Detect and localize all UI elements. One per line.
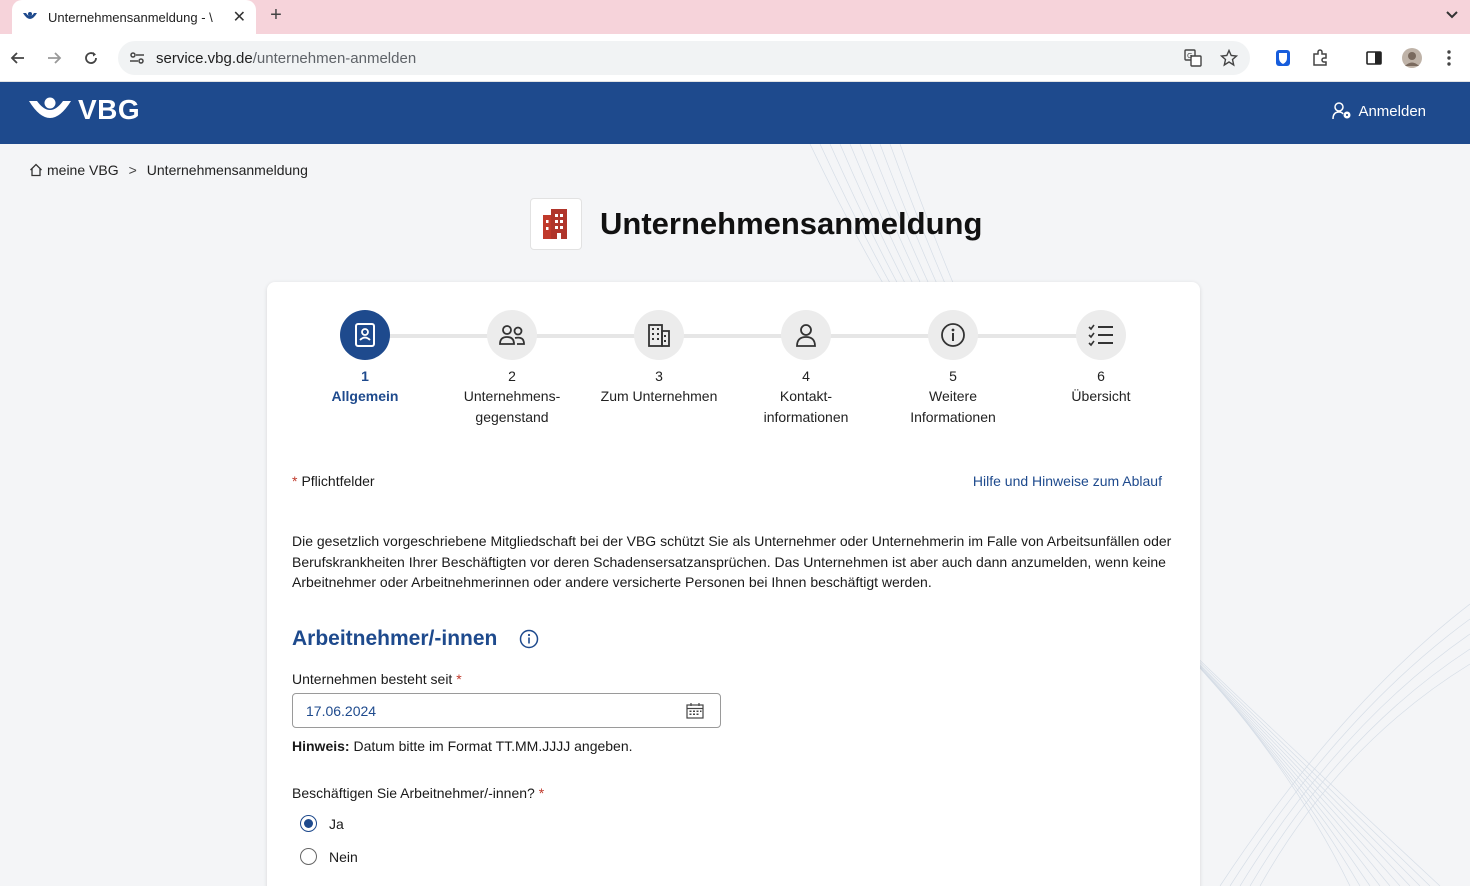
date-field-label: Unternehmen besteht seit * [292, 671, 462, 687]
breadcrumb-home-link[interactable]: meine VBG [47, 162, 119, 178]
home-icon [30, 163, 42, 177]
new-tab-button[interactable]: + [264, 3, 288, 27]
profile-avatar[interactable] [1400, 46, 1424, 70]
side-panel-icon[interactable] [1362, 46, 1386, 70]
people-icon [487, 310, 537, 360]
vbg-logo-icon [29, 97, 71, 118]
employees-question: Beschäftigen Sie Arbeitnehmer/-innen? * [292, 785, 544, 801]
login-label: Anmelden [1358, 102, 1426, 120]
bookmark-star-icon[interactable] [1218, 47, 1240, 69]
progress-stepper: 1 Allgemein 2 Unternehmens- gegenstand 3… [267, 282, 1200, 442]
radio-button-unchecked[interactable] [300, 848, 317, 865]
step-label: Kontakt- informationen [763, 388, 849, 425]
reload-icon[interactable] [79, 46, 103, 70]
vbg-logo[interactable]: VBG [28, 94, 140, 126]
extensions-puzzle-icon[interactable] [1308, 46, 1332, 70]
radio-ja[interactable]: Ja [300, 815, 344, 832]
breadcrumb: meine VBG > Unternehmensanmeldung [29, 162, 308, 178]
info-icon [928, 310, 978, 360]
step-label: Weitere Informationen [910, 388, 996, 425]
required-note: * Pflichtfelder [292, 473, 375, 489]
back-icon[interactable] [6, 46, 30, 70]
section-title: Arbeitnehmer/-innen [292, 627, 498, 650]
required-star: * [292, 473, 298, 489]
breadcrumb-separator: > [128, 162, 137, 178]
bitwarden-extension-icon[interactable] [1271, 46, 1295, 70]
date-label-text: Unternehmen besteht seit [292, 671, 453, 687]
browser-menu-icon[interactable] [1437, 46, 1461, 70]
url-text: service.vbg.de/unternehmen-anmelden [156, 50, 416, 67]
section-heading: Arbeitnehmer/-innen [292, 627, 539, 651]
page-title: Unternehmensanmeldung [600, 206, 983, 241]
form-card: 1 Allgemein 2 Unternehmens- gegenstand 3… [267, 282, 1200, 886]
step-number: 5 [949, 368, 957, 384]
site-header: VBG Anmelden [0, 82, 1470, 144]
hint-label: Hinweis: [292, 738, 350, 754]
radio-nein[interactable]: Nein [300, 848, 358, 865]
required-note-text: Pflichtfelder [301, 473, 375, 489]
step-label: Übersicht [1071, 388, 1131, 404]
step-label: Unternehmens- gegenstand [463, 388, 561, 425]
step-number: 3 [655, 368, 663, 384]
required-row: * Pflichtfelder Hilfe und Hinweise zum Ab… [292, 473, 1162, 489]
hint-text: Datum bitte im Format TT.MM.JJJJ angeben… [349, 738, 633, 754]
browser-tab-strip: Unternehmensanmeldung - \ ✕ + [0, 0, 1470, 34]
step-number: 1 [361, 368, 369, 384]
svg-text:G: G [1187, 52, 1192, 60]
intro-text: Die gesetzlich vorgeschriebene Mitglieds… [292, 533, 1172, 590]
person-icon [781, 310, 831, 360]
help-link[interactable]: Hilfe und Hinweise zum Ablauf [973, 473, 1162, 489]
tab-search-icon[interactable] [1446, 6, 1458, 22]
step-allgemein[interactable]: 1 Allgemein [295, 310, 435, 407]
date-input[interactable]: 17.06.2024 [292, 693, 721, 728]
date-hint: Hinweis: Datum bitte im Format TT.MM.JJJ… [292, 738, 633, 754]
step-zum-unternehmen[interactable]: 3 Zum Unternehmen [589, 310, 729, 407]
tab-close-icon[interactable]: ✕ [233, 7, 246, 27]
breadcrumb-current: Unternehmensanmeldung [146, 162, 308, 178]
step-number: 2 [508, 368, 516, 384]
browser-tab[interactable]: Unternehmensanmeldung - \ ✕ [12, 0, 256, 34]
vbg-favicon-icon [22, 9, 38, 25]
tab-title: Unternehmensanmeldung - \ [48, 9, 213, 25]
site-settings-icon[interactable] [126, 47, 148, 69]
required-star: * [538, 785, 545, 801]
radio-label: Ja [329, 815, 344, 832]
login-button[interactable]: Anmelden [1332, 102, 1426, 120]
step-kontaktinformationen[interactable]: 4 Kontakt- informationen [736, 310, 876, 428]
company-building-icon [530, 198, 582, 250]
step-unternehmensgegenstand[interactable]: 2 Unternehmens- gegenstand [442, 310, 582, 428]
question-text: Beschäftigen Sie Arbeitnehmer/-innen? [292, 785, 535, 801]
required-star: * [456, 671, 462, 687]
page-heading: Unternehmensanmeldung [530, 198, 982, 250]
checklist-icon [1076, 310, 1126, 360]
browser-toolbar: service.vbg.de/unternehmen-anmelden G [0, 34, 1470, 82]
forward-icon[interactable] [42, 46, 66, 70]
url-path: /unternehmen-anmelden [252, 49, 417, 67]
step-number: 4 [802, 368, 810, 384]
section-info-icon[interactable] [519, 629, 539, 649]
url-host: service.vbg.de [156, 49, 253, 67]
date-value: 17.06.2024 [306, 702, 377, 719]
id-card-icon [340, 310, 390, 360]
building-icon [634, 310, 684, 360]
step-number: 6 [1097, 368, 1105, 384]
step-label: Allgemein [331, 388, 399, 404]
brand-name: VBG [78, 94, 141, 125]
radio-label: Nein [329, 848, 358, 865]
step-uebersicht[interactable]: 6 Übersicht [1031, 310, 1171, 407]
step-label: Zum Unternehmen [600, 388, 718, 404]
radio-button-checked[interactable] [300, 815, 317, 832]
calendar-icon[interactable] [686, 702, 704, 723]
user-login-icon [1332, 102, 1351, 120]
address-bar[interactable]: service.vbg.de/unternehmen-anmelden G [118, 41, 1250, 75]
step-weitere-informationen[interactable]: 5 Weitere Informationen [883, 310, 1023, 428]
translate-icon[interactable]: G [1182, 47, 1204, 69]
